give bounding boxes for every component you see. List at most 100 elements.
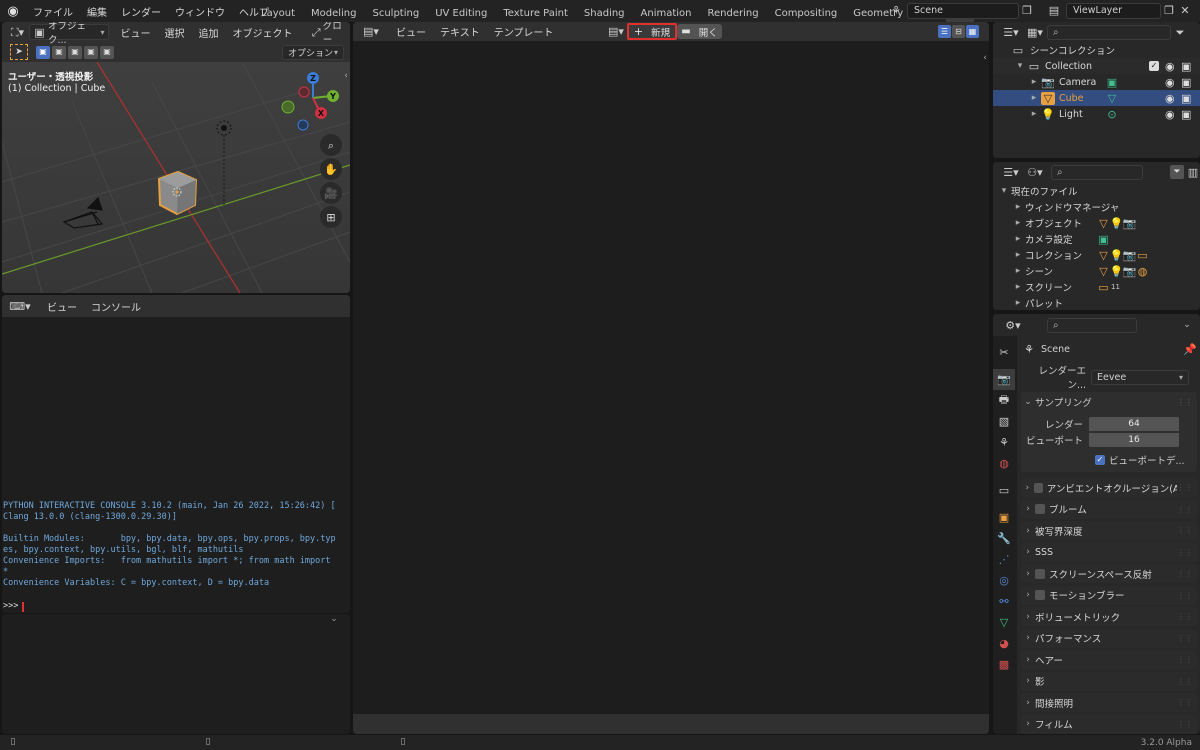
checkbox-icon[interactable]: ✓ xyxy=(1149,61,1159,71)
camera-view-icon[interactable]: 🎥 xyxy=(320,182,342,204)
line-numbers-icon[interactable]: ☰ xyxy=(938,25,951,38)
transform-orientation-label[interactable]: グロー xyxy=(323,22,350,46)
blend-display-mode-icon[interactable]: ⚇▾ xyxy=(1023,167,1047,178)
modifier-tab-icon[interactable]: 🔧 xyxy=(993,528,1015,549)
output-tab-icon[interactable]: 🖶 xyxy=(993,390,1015,411)
drag-handle-icon[interactable]: ⋮⋮ xyxy=(1177,655,1193,664)
properties-type-icon[interactable]: ⚙▾ xyxy=(1001,320,1025,331)
console-output[interactable]: PYTHON INTERACTIVE CONSOLE 3.10.2 (main,… xyxy=(3,501,349,589)
properties-panel-header[interactable]: › 影 ⋮⋮ xyxy=(1021,671,1197,691)
editor-type-icon[interactable]: ⛶▾ xyxy=(6,27,29,38)
expand-arrow-icon[interactable]: ▾ xyxy=(1013,61,1027,71)
visibility-eye-icon[interactable]: ◉ xyxy=(1165,109,1175,120)
viewlayer-selector[interactable]: ▤ ViewLayer ❐ ✕ xyxy=(1042,2,1200,19)
select-invert-icon[interactable]: ▣ xyxy=(84,45,98,59)
expand-arrow-icon[interactable]: ▸ xyxy=(1027,93,1041,103)
zoom-icon[interactable]: ⌕ xyxy=(320,134,342,156)
current-file-expand-icon[interactable]: ▾ xyxy=(997,186,1011,196)
remove-viewlayer-icon[interactable]: ✕ xyxy=(1177,5,1193,16)
text-editor-menu-item[interactable]: テンプレート xyxy=(487,24,561,39)
expand-arrow-icon[interactable]: ▸ xyxy=(1011,298,1025,308)
blend-filter-icon[interactable]: ⏷ xyxy=(1170,165,1184,179)
object-tab-icon[interactable]: ▣ xyxy=(993,507,1015,528)
datablock-icon[interactable]: ▣ xyxy=(1097,234,1110,245)
datablock-icon[interactable]: 📷 xyxy=(1123,218,1137,229)
console-prompt[interactable]: >>> xyxy=(3,601,24,612)
properties-panel-header[interactable]: › 間接照明 ⋮⋮ xyxy=(1021,693,1197,712)
navigation-gizmo[interactable]: Z Y X xyxy=(278,68,348,134)
datablock-icon[interactable]: ▭ xyxy=(1097,282,1110,293)
light-data-icon[interactable]: ⊙ xyxy=(1105,109,1119,120)
blend-file-item[interactable]: ▸ コレクション ▽ 💡 📷 ▭ xyxy=(993,247,1200,263)
drag-handle-icon[interactable]: ⋮⋮ xyxy=(1177,569,1193,578)
render-camera-icon[interactable]: ▣ xyxy=(1181,61,1191,72)
render-camera-icon[interactable]: ▣ xyxy=(1181,93,1191,104)
collapse-chevron-icon[interactable]: ⌄ xyxy=(328,615,340,624)
select-tool-icon[interactable]: ➤ xyxy=(10,44,28,60)
expand-arrow-icon[interactable]: ▸ xyxy=(1011,234,1025,244)
select-intersect-icon[interactable]: ▣ xyxy=(100,45,114,59)
datablock-icon[interactable]: ▽ xyxy=(1097,266,1110,277)
viewport-samples-field[interactable]: 16 xyxy=(1089,433,1179,447)
options-dropdown[interactable]: オプション ▾ xyxy=(282,44,344,60)
expand-arrow-icon[interactable]: ▸ xyxy=(1011,250,1025,260)
properties-panel-header[interactable]: › モーションブラー ⋮⋮ xyxy=(1021,585,1197,605)
pin-icon[interactable]: 📌 xyxy=(1183,344,1197,355)
render-samples-field[interactable]: 64 xyxy=(1089,417,1179,431)
texture-tab-icon[interactable]: ▩ xyxy=(993,654,1015,675)
workspace-tab[interactable]: UV Editing xyxy=(427,4,495,22)
new-text-button[interactable]: + 新規 xyxy=(627,23,677,40)
current-file-row[interactable]: ▾ 現在のファイル xyxy=(993,183,1200,199)
expand-arrow-icon[interactable]: ▸ xyxy=(1011,202,1025,212)
drag-handle-icon[interactable]: ⋮⋮ xyxy=(1177,483,1193,492)
sidebar-toggle-icon[interactable]: ‹ xyxy=(342,72,350,81)
properties-panel-header[interactable]: › パフォーマンス ⋮⋮ xyxy=(1021,628,1197,648)
copy-scene-icon[interactable]: ❐ xyxy=(1019,5,1035,16)
material-tab-icon[interactable]: ◕ xyxy=(993,633,1015,654)
open-text-button[interactable]: ▬ 開く xyxy=(677,24,722,39)
drag-handle-icon[interactable]: ⋮⋮ xyxy=(1177,548,1193,557)
ortho-grid-icon[interactable]: ⊞ xyxy=(320,206,342,228)
drag-handle-icon[interactable]: ⋮⋮ xyxy=(1177,677,1193,686)
datablock-icon[interactable]: 💡 xyxy=(1110,250,1124,261)
blend-outliner-type-icon[interactable]: ☰▾ xyxy=(999,167,1023,178)
datablock-icon[interactable]: 📷 xyxy=(1123,250,1137,261)
drag-handle-icon[interactable]: ⋮⋮ xyxy=(1177,612,1193,621)
text-editor-menu-item[interactable]: ビュー xyxy=(389,24,433,39)
render-engine-dropdown[interactable]: Eevee ▾ xyxy=(1091,369,1189,385)
select-subtract-icon[interactable]: ▣ xyxy=(68,45,82,59)
viewport-menu-item[interactable]: 追加 xyxy=(191,25,225,40)
drag-handle-icon[interactable]: ⋮⋮ xyxy=(1177,526,1193,535)
workspace-tab[interactable]: Modeling xyxy=(303,4,365,22)
properties-panel-header[interactable]: › ヘアー ⋮⋮ xyxy=(1021,650,1197,669)
blend-file-item[interactable]: ▸ オブジェクト ▽ 💡 📷 xyxy=(993,215,1200,231)
drag-handle-icon[interactable]: ⋮⋮ xyxy=(1177,398,1193,407)
render-camera-icon[interactable]: ▣ xyxy=(1181,109,1191,120)
drag-handle-icon[interactable]: ⋮⋮ xyxy=(1177,720,1193,729)
copy-viewlayer-icon[interactable]: ❐ xyxy=(1161,5,1177,16)
console-menu-item[interactable]: コンソール xyxy=(84,299,148,314)
particles-tab-icon[interactable]: ⋰ xyxy=(993,549,1015,570)
main-menu-item[interactable]: ウィンドウ xyxy=(168,4,232,19)
outliner-object-row[interactable]: ▸ 💡 Light ⊙ ◉ ▣ xyxy=(993,106,1200,122)
display-mode-icon[interactable]: ▦▾ xyxy=(1023,27,1047,38)
mesh-data-icon[interactable]: ▽ xyxy=(1105,93,1119,104)
blender-logo-icon[interactable]: ◉ xyxy=(0,0,26,22)
blend-search[interactable]: ⌕ xyxy=(1051,164,1143,180)
tool-tab-icon[interactable]: ✂ xyxy=(993,342,1015,363)
panel-enable-checkbox[interactable] xyxy=(1035,590,1045,600)
datablock-icon[interactable]: 💡 xyxy=(1110,266,1124,277)
viewport-menu-item[interactable]: ビュー xyxy=(113,25,157,40)
datablock-icon[interactable]: 📷 xyxy=(1123,266,1137,277)
viewport-denoise-row[interactable]: ✓ ビューポートデ... xyxy=(1021,452,1197,468)
datablock-icon[interactable]: ▭ xyxy=(1136,250,1149,261)
panel-enable-checkbox[interactable] xyxy=(1035,568,1045,579)
datablock-icon[interactable]: ▽ xyxy=(1097,250,1110,261)
filter-icon[interactable]: ⏷ xyxy=(1171,27,1189,38)
visibility-eye-icon[interactable]: ◉ xyxy=(1165,61,1175,72)
workspace-tab[interactable]: Shading xyxy=(576,4,633,22)
workspace-tab[interactable]: Sculpting xyxy=(365,4,428,22)
workspace-tab[interactable]: Rendering xyxy=(700,4,767,22)
expand-arrow-icon[interactable]: ▸ xyxy=(1027,109,1041,119)
select-new-icon[interactable]: ▣ xyxy=(36,45,50,59)
